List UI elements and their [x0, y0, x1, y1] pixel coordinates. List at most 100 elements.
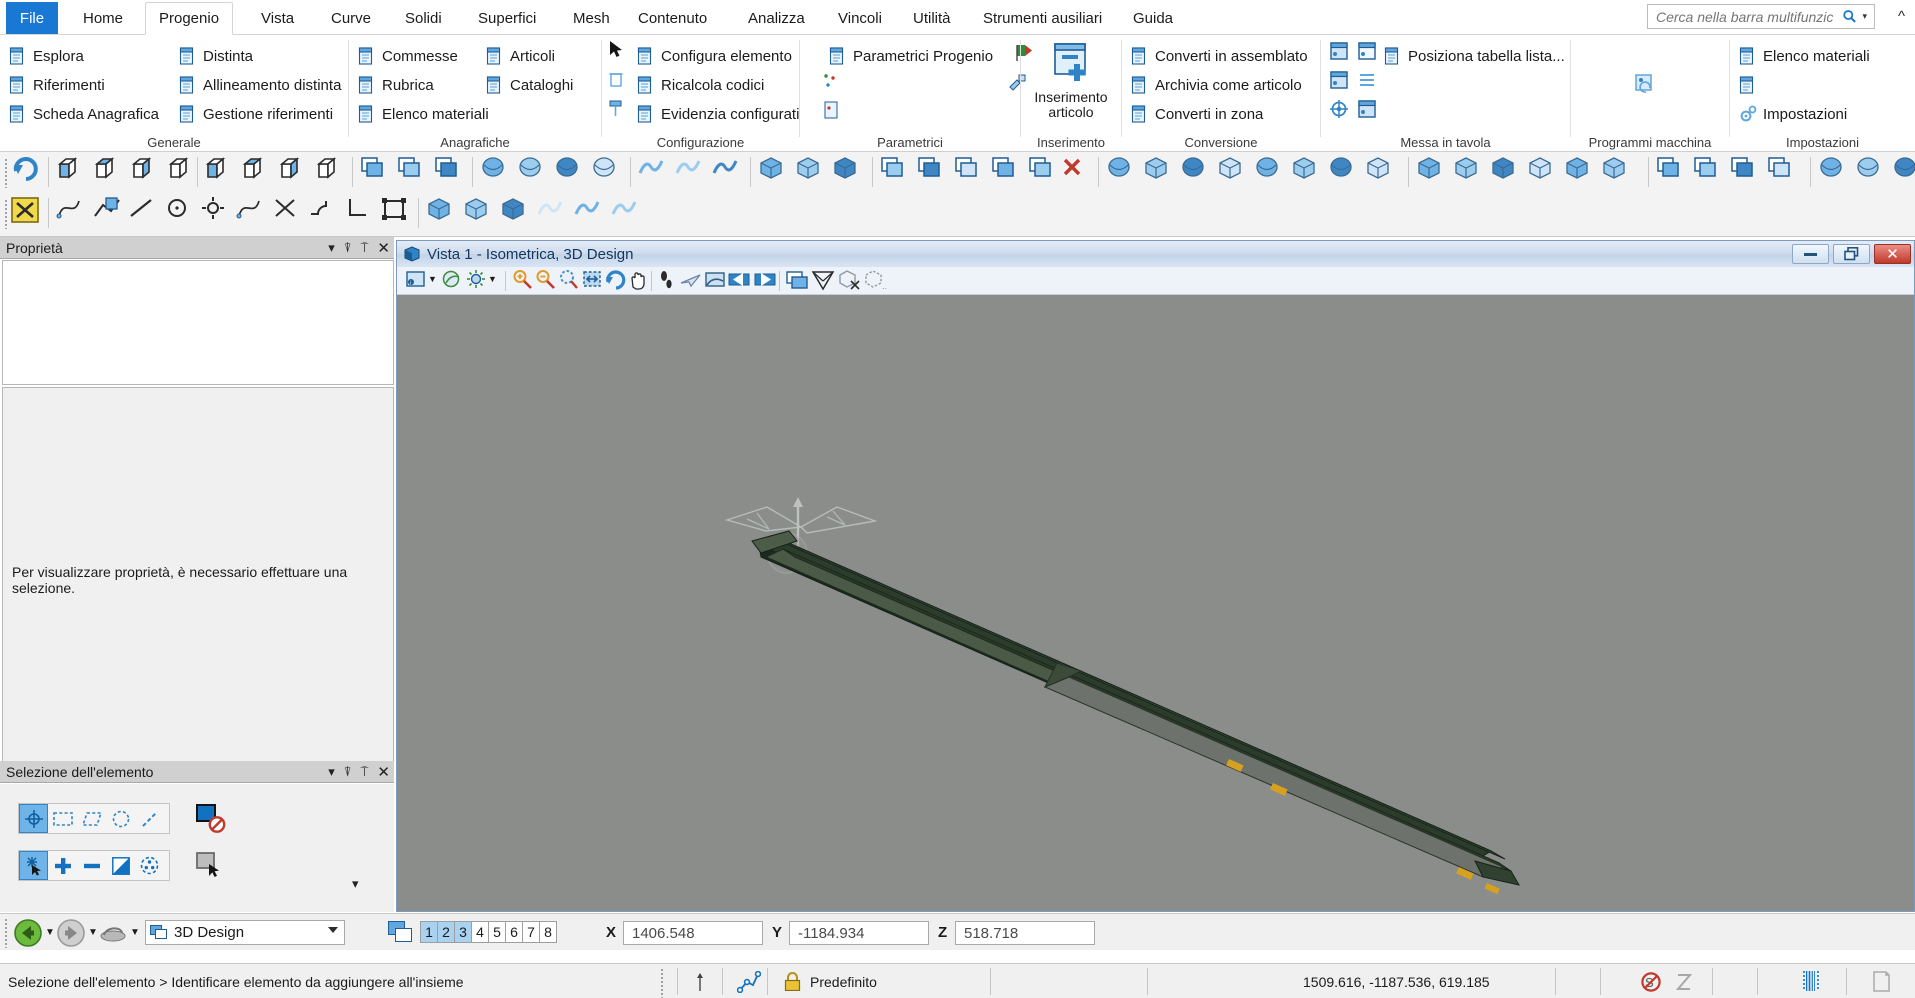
- ribbon-item-settings-gear-icon[interactable]: Impostazioni: [1738, 101, 1847, 128]
- table-list-icon[interactable]: [1357, 70, 1379, 92]
- draw-perpendicular-button[interactable]: [344, 196, 378, 234]
- panel-pin-icon[interactable]: ⍑: [361, 764, 369, 780]
- tile-views-icon[interactable]: [388, 921, 414, 948]
- fly-button[interactable]: [679, 269, 704, 293]
- toolbar-grip[interactable]: [4, 158, 8, 188]
- ribbon-item-material-list-icon[interactable]: Elenco materiali: [357, 101, 489, 128]
- annotation-tool-3-button[interactable]: [1730, 155, 1764, 193]
- annotation-tool-2-button[interactable]: [1693, 155, 1727, 193]
- view-info-button[interactable]: i: [405, 269, 430, 293]
- surface-create-2-button[interactable]: [463, 196, 497, 234]
- ribbon-item-convert-zone-icon[interactable]: Converti in zona: [1130, 101, 1263, 128]
- table-edit-icon[interactable]: [1357, 41, 1379, 63]
- previous-view-button[interactable]: [727, 269, 752, 293]
- draw-spline-button[interactable]: [56, 196, 90, 234]
- point-select-icon[interactable]: [19, 804, 48, 833]
- forward-button[interactable]: [57, 919, 85, 951]
- assembly-tool-1-button[interactable]: [1416, 155, 1450, 193]
- snap-off-icon[interactable]: S: [1640, 971, 1662, 997]
- ribbon-item-explore-icon[interactable]: Esplora: [8, 43, 84, 70]
- tab-mesh[interactable]: Mesh: [560, 2, 623, 35]
- draw-circle-button[interactable]: [164, 196, 198, 234]
- search-dropdown-caret[interactable]: ▾: [1862, 11, 1867, 22]
- modify-tool-8-button[interactable]: [1365, 155, 1399, 193]
- modify-tool-7-button[interactable]: [1328, 155, 1362, 193]
- view-number-2-button[interactable]: 2: [437, 921, 455, 943]
- properties-content-box[interactable]: [2, 260, 394, 385]
- lighting-button[interactable]: [465, 269, 490, 293]
- tab-analizza[interactable]: Analizza: [735, 2, 818, 35]
- ribbon-item-catalogs-icon[interactable]: Cataloghi: [485, 72, 573, 99]
- workspace-caret-icon[interactable]: [328, 927, 338, 933]
- draw-intersect-button[interactable]: [272, 196, 306, 234]
- back-dropdown-caret[interactable]: ▼: [45, 927, 55, 938]
- delete-button[interactable]: [1060, 155, 1094, 193]
- selection-more-options-caret[interactable]: ▾: [352, 876, 359, 892]
- ribbon-item-bom-align-icon[interactable]: Allineamento distinta: [178, 72, 341, 99]
- parametric-doc-icon[interactable]: [822, 101, 844, 123]
- ribbon-item-parametric-progenio-icon[interactable]: Parametrici Progenio: [828, 43, 993, 70]
- view-number-3-button[interactable]: 3: [454, 921, 472, 943]
- view-orientation-5-button[interactable]: [203, 155, 237, 193]
- dynamic-rotate-button[interactable]: [604, 269, 629, 293]
- toolbar-grip[interactable]: [4, 199, 8, 229]
- shading-mode-button[interactable]: [442, 269, 467, 293]
- shading-mode-4-button[interactable]: [591, 155, 625, 193]
- modify-tool-6-button[interactable]: [1291, 155, 1325, 193]
- ribbon-item-orders-icon[interactable]: Commesse: [357, 43, 458, 70]
- window-layout-1-button[interactable]: [360, 155, 394, 193]
- ribbon-item-place-table-icon[interactable]: Posiziona tabella lista...: [1383, 43, 1565, 70]
- tab-curve[interactable]: Curve: [318, 2, 384, 35]
- view-number-4-button[interactable]: 4: [471, 921, 489, 943]
- table-target-icon[interactable]: [1329, 99, 1351, 121]
- view-orientation-8-button[interactable]: [314, 155, 348, 193]
- zoom-window-button[interactable]: [558, 269, 583, 293]
- assembly-tool-6-button[interactable]: [1601, 155, 1635, 193]
- viewport-canvas-3d[interactable]: [397, 295, 1914, 911]
- select-tool-button[interactable]: [10, 196, 44, 234]
- draw-line-button[interactable]: [128, 196, 162, 234]
- parallelogram-select-icon[interactable]: [77, 804, 106, 833]
- ribbon-item-record-card-icon[interactable]: Scheda Anagrafica: [8, 101, 159, 128]
- view-number-1-button[interactable]: 1: [420, 921, 438, 943]
- statusbar-grip[interactable]: [660, 968, 664, 998]
- tab-contenuto[interactable]: Contenuto: [625, 2, 720, 35]
- table-balloon-icon[interactable]: [1329, 70, 1351, 92]
- x-coordinate-field[interactable]: 1406.548: [623, 921, 763, 945]
- tab-utilit-[interactable]: Utilità: [900, 2, 964, 35]
- ribbon-search-box[interactable]: ▾: [1647, 4, 1875, 29]
- add-selection-icon[interactable]: [48, 851, 77, 880]
- sheet-tool-4-button[interactable]: [991, 155, 1025, 193]
- remove-selection-icon[interactable]: [77, 851, 106, 880]
- assembly-tool-3-button[interactable]: [1490, 155, 1524, 193]
- ribbon-item-recalc-codes-icon[interactable]: Ricalcola codici: [636, 72, 764, 99]
- tab-vista[interactable]: Vista: [248, 2, 307, 35]
- ribbon-item-ref-manage-icon[interactable]: Gestione riferimenti: [178, 101, 333, 128]
- annotation-tool-4-button[interactable]: [1767, 155, 1801, 193]
- shading-mode-2-button[interactable]: [517, 155, 551, 193]
- extra-tool-3-button[interactable]: [1892, 155, 1915, 193]
- circle-select-icon[interactable]: [106, 804, 135, 833]
- tab-progenio[interactable]: Progenio: [145, 2, 234, 35]
- solid-primitive-1-button[interactable]: [758, 155, 792, 193]
- modify-tool-4-button[interactable]: [1217, 155, 1251, 193]
- cursor-arrow-icon[interactable]: [608, 40, 630, 62]
- draw-arc-button[interactable]: [236, 196, 270, 234]
- shading-mode-1-button[interactable]: [480, 155, 514, 193]
- panel-close-icon[interactable]: ✕: [377, 239, 390, 257]
- window-layout-button[interactable]: [785, 269, 810, 293]
- collapse-ribbon-button[interactable]: ^: [1898, 8, 1905, 25]
- tab-home[interactable]: Home: [70, 2, 136, 35]
- view-cube-button[interactable]: [811, 269, 836, 293]
- solid-primitive-3-button[interactable]: [832, 155, 866, 193]
- draw-fillet-button[interactable]: [308, 196, 342, 234]
- table-detail-icon[interactable]: [1329, 41, 1351, 63]
- tab-guida[interactable]: Guida: [1120, 2, 1186, 35]
- ribbon-item-configure-element-icon[interactable]: Configura elemento: [636, 43, 792, 70]
- pan-button[interactable]: [627, 269, 652, 293]
- shading-mode-3-button[interactable]: [554, 155, 588, 193]
- draw-polyline-button[interactable]: [92, 196, 126, 234]
- z-coordinate-field[interactable]: 518.718: [955, 921, 1095, 945]
- panel-pin-icon[interactable]: ⍑: [361, 240, 369, 256]
- surface-tool-2-button[interactable]: [675, 155, 709, 193]
